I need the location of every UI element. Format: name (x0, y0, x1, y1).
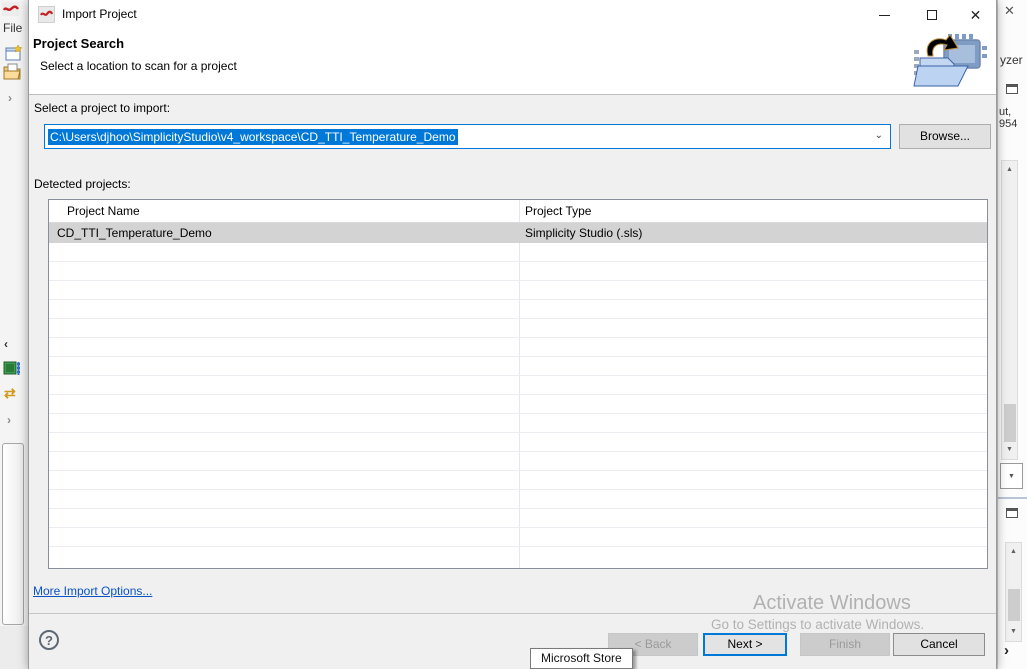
column-header-project-name[interactable]: Project Name (49, 204, 519, 218)
more-import-options-link[interactable]: More Import Options... (33, 584, 152, 598)
scroll-up-icon[interactable]: ▲ (1002, 163, 1017, 177)
taskbar-tooltip: Microsoft Store (530, 648, 633, 669)
wizard-title: Project Search (33, 36, 124, 51)
scrollbar-vertical[interactable]: ▲ ▼ (1001, 160, 1018, 460)
restore-panel-icon[interactable] (1006, 508, 1018, 518)
status-text-partial: ut, 954 (999, 106, 1027, 130)
table-row[interactable] (49, 281, 987, 300)
scroll-left-icon[interactable]: ‹ (4, 337, 8, 351)
scrollbar-thumb[interactable] (1004, 404, 1016, 442)
minimize-icon (879, 15, 890, 16)
table-row[interactable] (49, 262, 987, 281)
column-header-project-type[interactable]: Project Type (519, 204, 987, 218)
wizard-subtitle: Select a location to scan for a project (40, 59, 237, 73)
scroll-down-icon[interactable]: ▼ (1006, 625, 1021, 639)
table-row[interactable] (49, 471, 987, 490)
table-row[interactable] (49, 509, 987, 528)
project-name-cell: CD_TTI_Temperature_Demo (49, 226, 519, 240)
close-icon: ✕ (970, 7, 982, 24)
table-row[interactable] (49, 376, 987, 395)
expand-chevron-icon[interactable]: › (1004, 642, 1009, 659)
scrollbar-thumb[interactable] (1008, 589, 1020, 621)
browse-button[interactable]: Browse... (899, 124, 991, 149)
expand-chevron-icon[interactable]: › (8, 91, 12, 105)
table-row[interactable] (49, 243, 987, 262)
table-row[interactable] (49, 319, 987, 338)
scroll-down-icon[interactable]: ▼ (1002, 443, 1017, 457)
table-empty-rows (49, 243, 987, 547)
table-row[interactable] (49, 357, 987, 376)
detected-projects-label: Detected projects: (34, 177, 131, 191)
expand-chevron-icon[interactable]: › (7, 413, 11, 427)
table-row[interactable] (49, 433, 987, 452)
close-button[interactable]: ✕ (953, 0, 998, 30)
wizard-header: Project Search Select a location to scan… (29, 30, 996, 95)
simplicity-studio-icon (38, 6, 55, 23)
project-type-cell: Simplicity Studio (.sls) (519, 226, 987, 240)
dropdown-button[interactable]: ▼ (1000, 463, 1023, 489)
table-row[interactable] (49, 395, 987, 414)
minimize-button[interactable] (862, 0, 907, 30)
help-button[interactable]: ? (39, 630, 59, 650)
view-close-icon[interactable]: ✕ (1004, 3, 1015, 19)
ide-left-strip: File › ‹ ⇄ › (0, 0, 28, 669)
menu-file[interactable]: File (3, 21, 22, 35)
table-row[interactable] (49, 490, 987, 509)
open-folder-icon[interactable] (3, 63, 23, 85)
import-folder-graphic-icon (906, 32, 988, 92)
tab-label-partial[interactable]: yzer (1000, 53, 1023, 67)
scroll-up-icon[interactable]: ▲ (1006, 545, 1021, 559)
table-row[interactable] (49, 338, 987, 357)
finish-button[interactable]: Finish (800, 633, 890, 656)
table-header-row: Project Name Project Type (49, 200, 987, 223)
sync-arrows-icon[interactable]: ⇄ (4, 385, 16, 402)
maximize-icon (927, 10, 937, 20)
maximize-button[interactable] (909, 0, 954, 30)
table-row[interactable] (49, 300, 987, 319)
new-project-icon[interactable] (5, 44, 24, 65)
collapsed-panel (2, 443, 24, 625)
project-path-value[interactable]: C:\Users\djhoo\SimplicityStudio\v4_works… (48, 129, 458, 145)
scrollbar-vertical[interactable]: ▲ ▼ (1005, 542, 1022, 642)
chip-view-icon[interactable] (3, 359, 22, 381)
ide-right-strip: ✕ yzer ut, 954 ▲ ▼ ▼ ▲ ▼ › (997, 0, 1027, 669)
import-project-dialog: Import Project ✕ Project Search Select a… (28, 0, 997, 669)
dialog-title: Import Project (62, 7, 137, 21)
select-project-label: Select a project to import: (34, 101, 170, 115)
project-path-combobox[interactable]: C:\Users\djhoo\SimplicityStudio\v4_works… (44, 124, 891, 149)
table-row[interactable] (49, 414, 987, 433)
simplicity-studio-logo-icon (2, 2, 20, 20)
footer-separator (29, 613, 996, 614)
cancel-button[interactable]: Cancel (893, 633, 985, 656)
restore-panel-icon[interactable] (1006, 84, 1018, 94)
table-row[interactable] (49, 452, 987, 471)
table-row-selected[interactable]: CD_TTI_Temperature_Demo Simplicity Studi… (49, 223, 987, 243)
chevron-down-icon[interactable]: ⌄ (875, 130, 883, 141)
table-row[interactable] (49, 528, 987, 547)
next-button[interactable]: Next > (703, 633, 787, 656)
detected-projects-table: Project Name Project Type CD_TTI_Tempera… (48, 199, 988, 569)
dialog-titlebar[interactable]: Import Project ✕ (29, 0, 996, 30)
